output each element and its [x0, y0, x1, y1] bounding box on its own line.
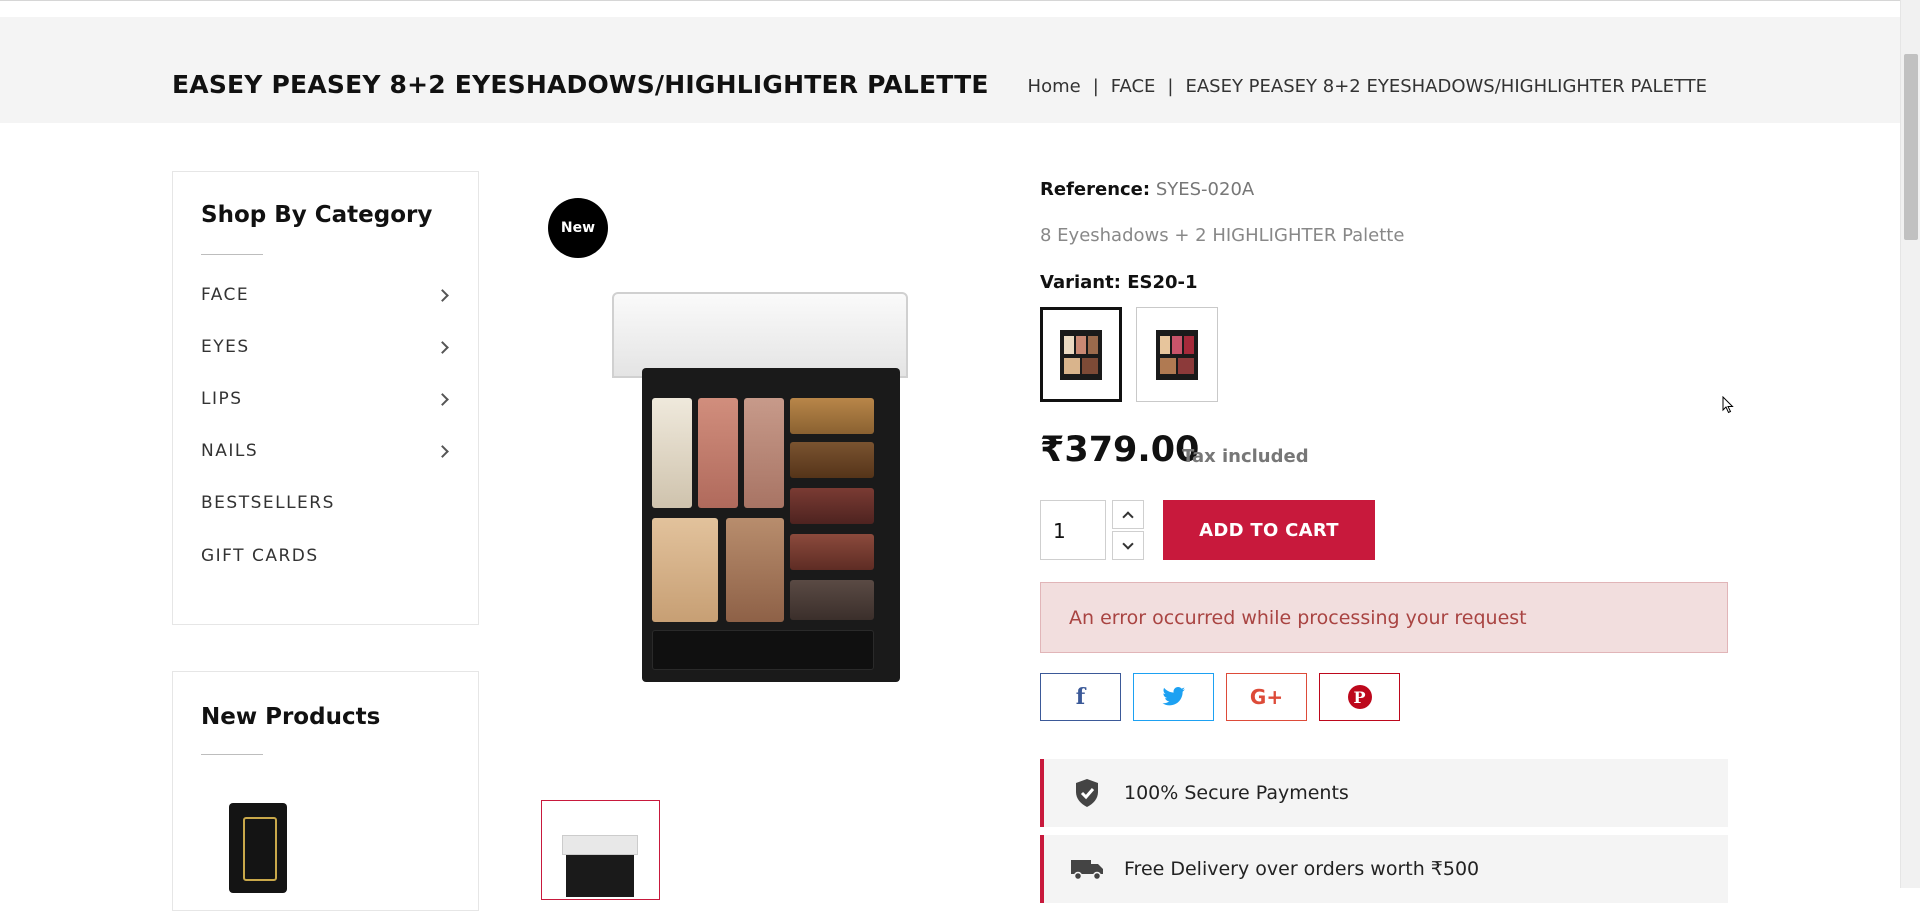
- sidebar-item-label: BESTSELLERS: [201, 493, 335, 513]
- pan: [790, 534, 874, 570]
- error-alert: An error occurred while processing your …: [1040, 582, 1728, 653]
- pan: [698, 398, 738, 508]
- breadcrumb-face-link[interactable]: FACE: [1111, 76, 1156, 97]
- sidebar-item-face[interactable]: FACE: [201, 280, 453, 310]
- category-panel-title: Shop By Category: [201, 202, 433, 228]
- new-products-title: New Products: [201, 704, 381, 730]
- shield-check-icon: [1070, 778, 1104, 808]
- sidebar-item-label: LIPS: [201, 389, 243, 409]
- pan: [790, 442, 874, 478]
- new-badge: New: [548, 198, 608, 258]
- swatch-image: [1156, 329, 1198, 380]
- feature-free-delivery: Free Delivery over orders worth ₹500: [1040, 835, 1728, 903]
- google-plus-icon: G+: [1249, 685, 1284, 709]
- chevron-right-icon[interactable]: [436, 288, 449, 302]
- pinterest-icon: P: [1347, 685, 1372, 709]
- top-edge: [0, 0, 1900, 17]
- thumbnail-lid: [562, 835, 638, 855]
- variant-label: Variant:: [1040, 272, 1121, 293]
- applicator-slot: [652, 630, 874, 670]
- title-underline: [201, 254, 263, 255]
- breadcrumb-current: EASEY PEASEY 8+2 EYESHADOWS/HIGHLIGHTER …: [1185, 76, 1707, 97]
- twitter-icon: [1162, 687, 1185, 706]
- swatch-image: [1060, 329, 1102, 380]
- mouse-cursor-icon: [1722, 396, 1734, 414]
- feature-text: Free Delivery over orders worth ₹500: [1124, 858, 1480, 880]
- facebook-icon: f: [1075, 684, 1086, 710]
- scrollbar-thumb[interactable]: [1904, 54, 1918, 240]
- variant-swatch-selected[interactable]: [1040, 307, 1122, 402]
- product-reference: Reference: SYES-020A: [1040, 179, 1254, 200]
- pan: [652, 518, 718, 622]
- sidebar-item-gift-cards[interactable]: GIFT CARDS: [201, 541, 453, 571]
- reference-value: SYES-020A: [1155, 179, 1255, 200]
- page-title: EASEY PEASEY 8+2 EYESHADOWS/HIGHLIGHTER …: [172, 70, 989, 99]
- palette-base: [642, 368, 900, 682]
- share-twitter-button[interactable]: [1133, 673, 1214, 721]
- chevron-right-icon[interactable]: [436, 444, 449, 458]
- shop-by-category-panel: Shop By Category FACE EYES LIPS NAILS BE…: [172, 171, 479, 625]
- quantity-input[interactable]: 1: [1040, 500, 1106, 560]
- chevron-right-icon[interactable]: [436, 340, 449, 354]
- new-products-panel: New Products: [172, 671, 479, 911]
- sidebar-item-label: EYES: [201, 337, 250, 357]
- page-scrollbar[interactable]: [1900, 0, 1920, 888]
- share-facebook-button[interactable]: f: [1040, 673, 1121, 721]
- breadcrumb-home-link[interactable]: Home: [1028, 76, 1081, 97]
- truck-icon: [1070, 857, 1104, 881]
- feature-secure-payments: 100% Secure Payments: [1040, 759, 1728, 827]
- sidebar-item-label: GIFT CARDS: [201, 546, 319, 566]
- page-title-bar: EASEY PEASEY 8+2 EYESHADOWS/HIGHLIGHTER …: [0, 17, 1900, 123]
- product-thumbnail-selected[interactable]: [541, 800, 660, 900]
- share-pinterest-button[interactable]: P: [1319, 673, 1400, 721]
- chevron-down-icon: [1122, 537, 1134, 550]
- palette-lid: [612, 292, 908, 378]
- sidebar-item-eyes[interactable]: EYES: [201, 332, 453, 362]
- breadcrumb: Home | FACE | EASEY PEASEY 8+2 EYESHADOW…: [1028, 76, 1707, 97]
- sidebar-item-label: FACE: [201, 285, 250, 305]
- pan: [790, 398, 874, 434]
- sidebar-item-bestsellers[interactable]: BESTSELLERS: [201, 488, 453, 518]
- sidebar-item-label: NAILS: [201, 441, 259, 461]
- new-product-thumbnail[interactable]: [229, 803, 287, 893]
- feature-text: 100% Secure Payments: [1124, 782, 1349, 804]
- breadcrumb-separator: |: [1092, 76, 1099, 97]
- share-google-plus-button[interactable]: G+: [1226, 673, 1307, 721]
- pan: [790, 488, 874, 524]
- reference-label: Reference:: [1040, 179, 1151, 200]
- sidebar-item-nails[interactable]: NAILS: [201, 436, 453, 466]
- add-to-cart-button[interactable]: ADD TO CART: [1163, 500, 1375, 560]
- pan: [744, 398, 784, 508]
- tax-note: Tax included: [1182, 446, 1309, 467]
- pan: [790, 580, 874, 620]
- variant-swatch[interactable]: [1136, 307, 1218, 402]
- product-description: 8 Eyeshadows + 2 HIGHLIGHTER Palette: [1040, 225, 1405, 246]
- pan: [652, 398, 692, 508]
- variant-heading: Variant: ES20-1: [1040, 272, 1198, 293]
- chevron-right-icon[interactable]: [436, 392, 449, 406]
- quantity-decrease-button[interactable]: [1112, 531, 1144, 560]
- breadcrumb-separator: |: [1167, 76, 1174, 97]
- quantity-increase-button[interactable]: [1112, 500, 1144, 529]
- variant-value: ES20-1: [1127, 272, 1198, 293]
- product-price: ₹379.00: [1040, 430, 1200, 470]
- sidebar-item-lips[interactable]: LIPS: [201, 384, 453, 414]
- title-underline: [201, 754, 263, 755]
- product-main-image[interactable]: [612, 292, 910, 684]
- chevron-up-icon: [1122, 510, 1134, 523]
- pan: [726, 518, 784, 622]
